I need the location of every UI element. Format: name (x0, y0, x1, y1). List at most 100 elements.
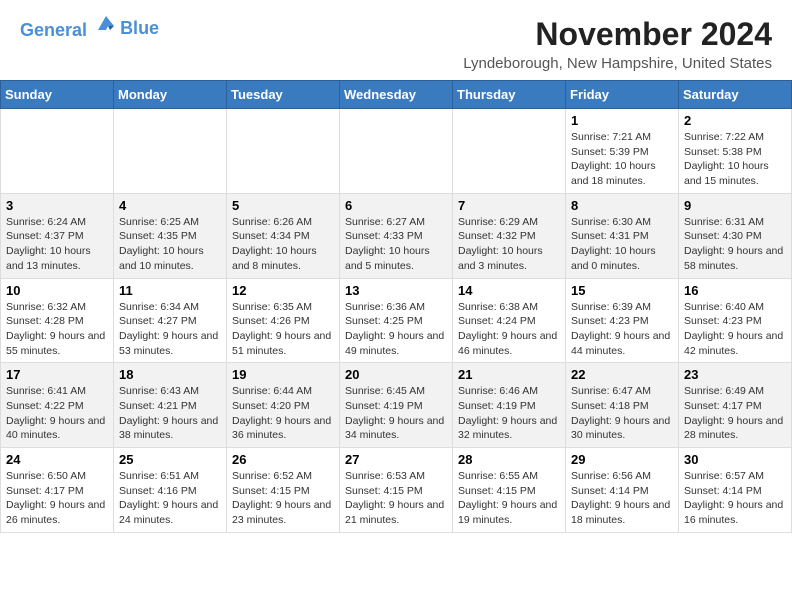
calendar-cell: 20 Sunrise: 6:45 AMSunset: 4:19 PMDayligh… (340, 363, 453, 448)
day-number: 3 (6, 198, 108, 213)
calendar-cell: 12 Sunrise: 6:35 AMSunset: 4:26 PMDayligh… (227, 278, 340, 363)
calendar-cell: 7Sunrise: 6:29 AMSunset: 4:32 PMDaylight… (453, 193, 566, 278)
calendar-cell: 5 Sunrise: 6:26 AMSunset: 4:34 PMDaylight… (227, 193, 340, 278)
day-info: Sunrise: 6:45 AMSunset: 4:19 PMDaylight:… (345, 384, 447, 443)
day-info: Sunrise: 6:36 AMSunset: 4:25 PMDaylight:… (345, 300, 447, 359)
day-number: 18 (119, 367, 221, 382)
day-info: Sunrise: 7:21 AMSunset: 5:39 PMDaylight:… (571, 130, 673, 189)
day-number: 25 (119, 452, 221, 467)
calendar-cell: 24 Sunrise: 6:50 AMSunset: 4:17 PMDayligh… (1, 448, 114, 533)
calendar-header-row: SundayMondayTuesdayWednesdayThursdayFrid… (1, 81, 792, 109)
day-info: Sunrise: 6:44 AMSunset: 4:20 PMDaylight:… (232, 384, 334, 443)
day-number: 12 (232, 283, 334, 298)
day-number: 4 (119, 198, 221, 213)
title-area: November 2024 Lyndeborough, New Hampshir… (463, 16, 772, 72)
day-number: 2 (684, 113, 786, 128)
day-number: 21 (458, 367, 560, 382)
page-header: General Blue November 2024 Lyndeborough,… (0, 0, 792, 80)
day-info: Sunrise: 6:49 AMSunset: 4:17 PMDaylight:… (684, 384, 786, 443)
day-number: 17 (6, 367, 108, 382)
day-info: Sunrise: 6:26 AMSunset: 4:34 PMDaylight:… (232, 215, 334, 274)
calendar-cell: 2 Sunrise: 7:22 AMSunset: 5:38 PMDaylight… (679, 109, 792, 194)
calendar-row: 17 Sunrise: 6:41 AMSunset: 4:22 PMDayligh… (1, 363, 792, 448)
calendar-cell (1, 109, 114, 194)
day-number: 8 (571, 198, 673, 213)
calendar-cell: 29 Sunrise: 6:56 AMSunset: 4:14 PMDayligh… (566, 448, 679, 533)
day-info: Sunrise: 6:55 AMSunset: 4:15 PMDaylight:… (458, 469, 560, 528)
weekday-header: Tuesday (227, 81, 340, 109)
day-number: 23 (684, 367, 786, 382)
calendar-cell: 1 Sunrise: 7:21 AMSunset: 5:39 PMDaylight… (566, 109, 679, 194)
calendar-cell: 15 Sunrise: 6:39 AMSunset: 4:23 PMDayligh… (566, 278, 679, 363)
day-info: Sunrise: 6:41 AMSunset: 4:22 PMDaylight:… (6, 384, 108, 443)
day-info: Sunrise: 6:43 AMSunset: 4:21 PMDaylight:… (119, 384, 221, 443)
calendar-cell: 25Sunrise: 6:51 AMSunset: 4:16 PMDayligh… (114, 448, 227, 533)
day-number: 15 (571, 283, 673, 298)
calendar-row: 1 Sunrise: 7:21 AMSunset: 5:39 PMDaylight… (1, 109, 792, 194)
day-number: 5 (232, 198, 334, 213)
day-number: 16 (684, 283, 786, 298)
day-info: Sunrise: 6:39 AMSunset: 4:23 PMDaylight:… (571, 300, 673, 359)
day-info: Sunrise: 6:56 AMSunset: 4:14 PMDaylight:… (571, 469, 673, 528)
day-number: 13 (345, 283, 447, 298)
logo-blue: Blue (120, 19, 159, 39)
calendar-cell: 3 Sunrise: 6:24 AMSunset: 4:37 PMDaylight… (1, 193, 114, 278)
calendar-cell: 13 Sunrise: 6:36 AMSunset: 4:25 PMDayligh… (340, 278, 453, 363)
day-info: Sunrise: 6:30 AMSunset: 4:31 PMDaylight:… (571, 215, 673, 274)
calendar-cell: 30 Sunrise: 6:57 AMSunset: 4:14 PMDayligh… (679, 448, 792, 533)
calendar-cell: 26Sunrise: 6:52 AMSunset: 4:15 PMDayligh… (227, 448, 340, 533)
day-info: Sunrise: 6:32 AMSunset: 4:28 PMDaylight:… (6, 300, 108, 359)
calendar-cell (227, 109, 340, 194)
day-info: Sunrise: 6:27 AMSunset: 4:33 PMDaylight:… (345, 215, 447, 274)
calendar-cell: 17 Sunrise: 6:41 AMSunset: 4:22 PMDayligh… (1, 363, 114, 448)
calendar-cell: 6 Sunrise: 6:27 AMSunset: 4:33 PMDaylight… (340, 193, 453, 278)
day-info: Sunrise: 6:34 AMSunset: 4:27 PMDaylight:… (119, 300, 221, 359)
day-number: 1 (571, 113, 673, 128)
calendar-cell: 9 Sunrise: 6:31 AMSunset: 4:30 PMDaylight… (679, 193, 792, 278)
calendar-cell: 28 Sunrise: 6:55 AMSunset: 4:15 PMDayligh… (453, 448, 566, 533)
calendar-cell: 16 Sunrise: 6:40 AMSunset: 4:23 PMDayligh… (679, 278, 792, 363)
weekday-header: Monday (114, 81, 227, 109)
day-number: 29 (571, 452, 673, 467)
calendar-row: 3 Sunrise: 6:24 AMSunset: 4:37 PMDaylight… (1, 193, 792, 278)
month-title: November 2024 (463, 16, 772, 53)
logo-icon (94, 12, 118, 36)
calendar-cell: 18 Sunrise: 6:43 AMSunset: 4:21 PMDayligh… (114, 363, 227, 448)
calendar-cell: 11 Sunrise: 6:34 AMSunset: 4:27 PMDayligh… (114, 278, 227, 363)
calendar-cell: 19Sunrise: 6:44 AMSunset: 4:20 PMDayligh… (227, 363, 340, 448)
day-info: Sunrise: 6:31 AMSunset: 4:30 PMDaylight:… (684, 215, 786, 274)
calendar-cell: 4Sunrise: 6:25 AMSunset: 4:35 PMDaylight… (114, 193, 227, 278)
calendar-cell: 27Sunrise: 6:53 AMSunset: 4:15 PMDayligh… (340, 448, 453, 533)
day-number: 28 (458, 452, 560, 467)
day-number: 9 (684, 198, 786, 213)
calendar-cell (114, 109, 227, 194)
day-info: Sunrise: 6:50 AMSunset: 4:17 PMDaylight:… (6, 469, 108, 528)
day-number: 30 (684, 452, 786, 467)
calendar-table: SundayMondayTuesdayWednesdayThursdayFrid… (0, 80, 792, 533)
calendar-cell: 14 Sunrise: 6:38 AMSunset: 4:24 PMDayligh… (453, 278, 566, 363)
day-info: Sunrise: 6:52 AMSunset: 4:15 PMDaylight:… (232, 469, 334, 528)
day-number: 7 (458, 198, 560, 213)
day-info: Sunrise: 6:40 AMSunset: 4:23 PMDaylight:… (684, 300, 786, 359)
calendar-cell (340, 109, 453, 194)
day-info: Sunrise: 6:53 AMSunset: 4:15 PMDaylight:… (345, 469, 447, 528)
calendar-row: 24 Sunrise: 6:50 AMSunset: 4:17 PMDayligh… (1, 448, 792, 533)
day-info: Sunrise: 6:38 AMSunset: 4:24 PMDaylight:… (458, 300, 560, 359)
day-number: 14 (458, 283, 560, 298)
day-info: Sunrise: 7:22 AMSunset: 5:38 PMDaylight:… (684, 130, 786, 189)
day-number: 24 (6, 452, 108, 467)
day-number: 20 (345, 367, 447, 382)
day-info: Sunrise: 6:24 AMSunset: 4:37 PMDaylight:… (6, 215, 108, 274)
day-info: Sunrise: 6:57 AMSunset: 4:14 PMDaylight:… (684, 469, 786, 528)
day-number: 6 (345, 198, 447, 213)
day-info: Sunrise: 6:47 AMSunset: 4:18 PMDaylight:… (571, 384, 673, 443)
weekday-header: Thursday (453, 81, 566, 109)
day-info: Sunrise: 6:35 AMSunset: 4:26 PMDaylight:… (232, 300, 334, 359)
weekday-header: Wednesday (340, 81, 453, 109)
calendar-row: 10Sunrise: 6:32 AMSunset: 4:28 PMDayligh… (1, 278, 792, 363)
logo-text: General (20, 16, 118, 41)
day-number: 11 (119, 283, 221, 298)
weekday-header: Friday (566, 81, 679, 109)
day-info: Sunrise: 6:46 AMSunset: 4:19 PMDaylight:… (458, 384, 560, 443)
calendar-cell: 21 Sunrise: 6:46 AMSunset: 4:19 PMDayligh… (453, 363, 566, 448)
